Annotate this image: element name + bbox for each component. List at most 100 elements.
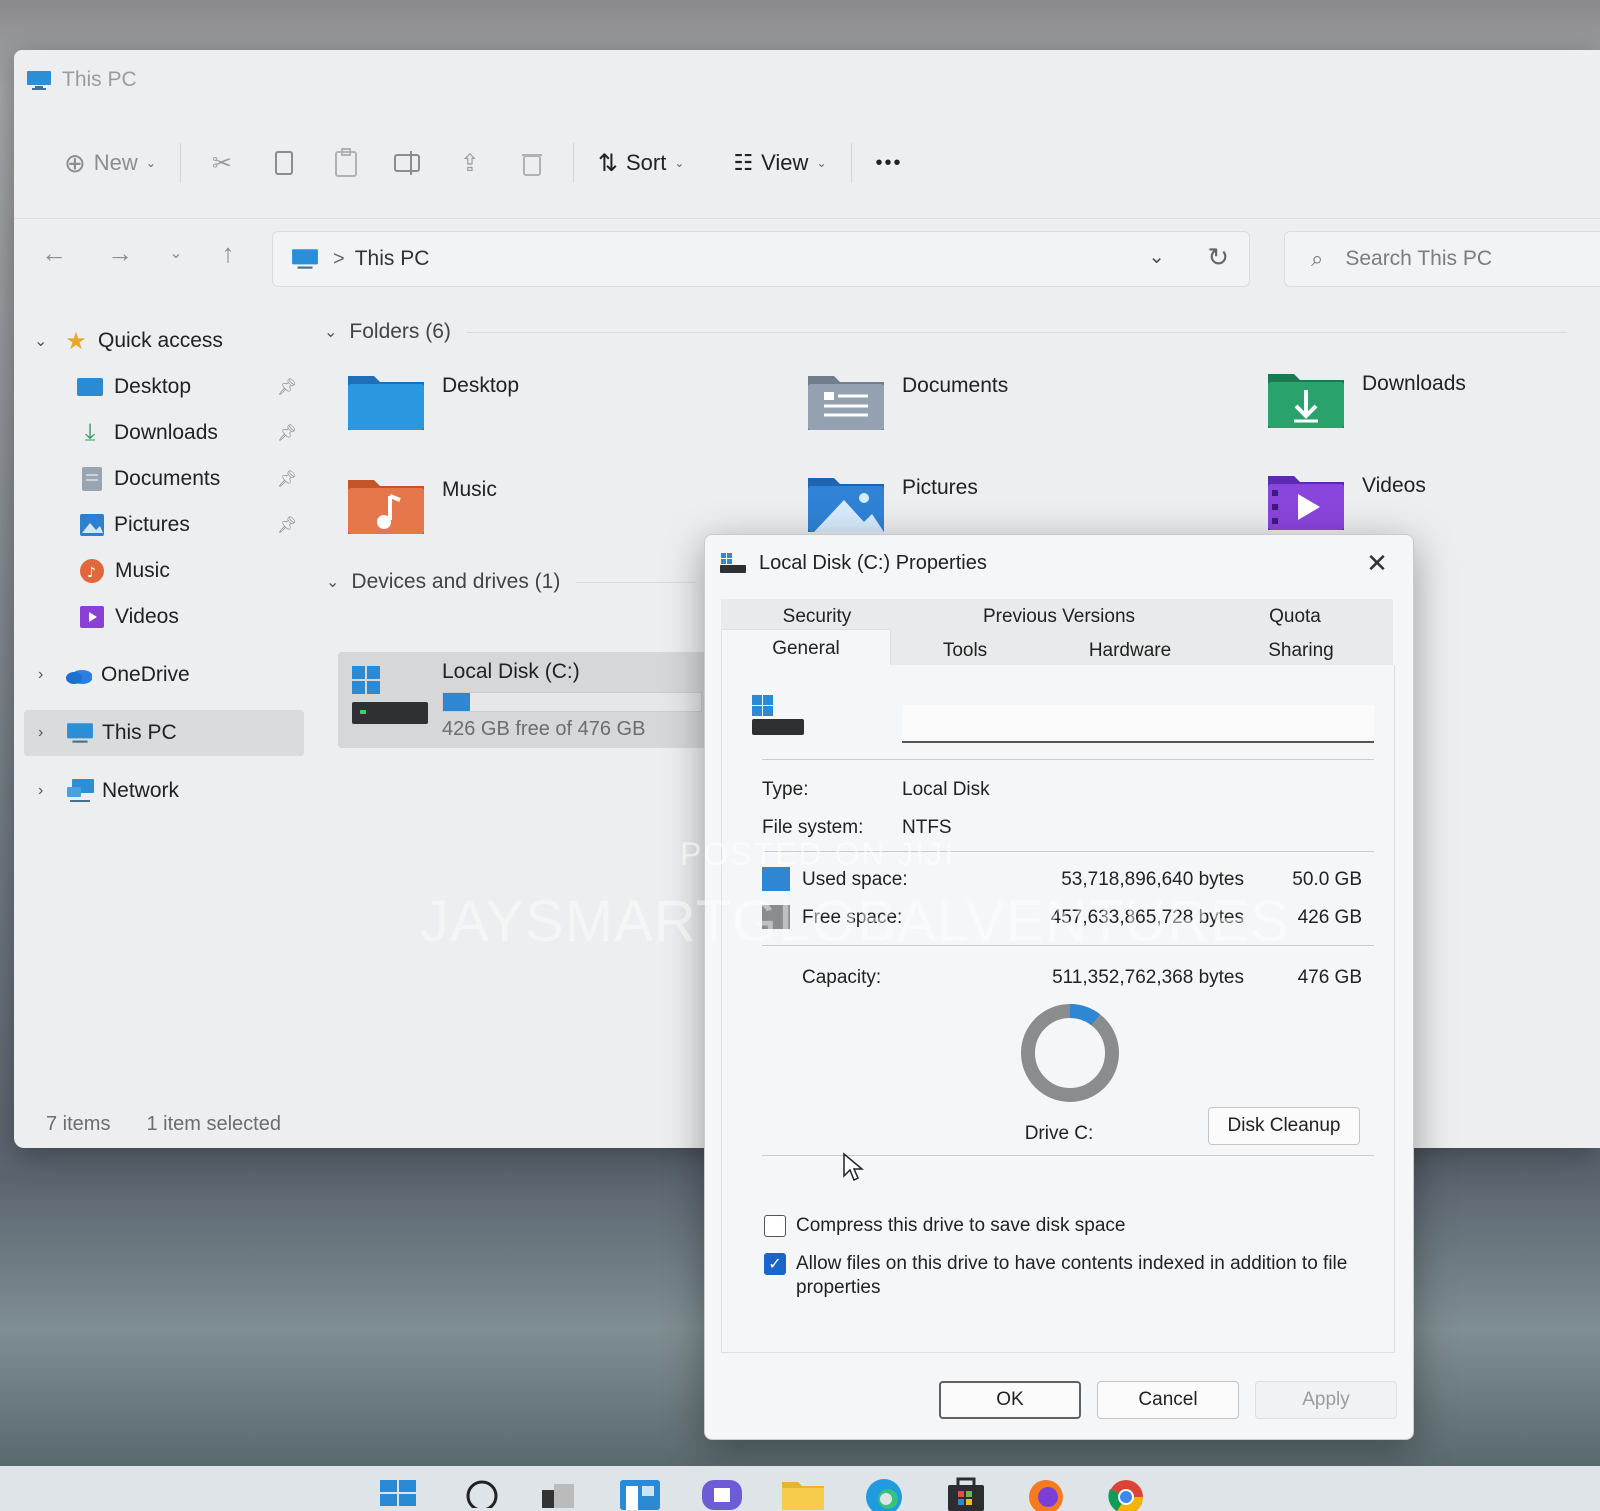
pictures-folder-icon xyxy=(808,478,884,532)
sidebar-item-downloads[interactable]: ⤓ Downloads 📌︎ xyxy=(14,410,314,456)
capacity-gb: 476 GB xyxy=(1297,967,1362,988)
sidebar-item-documents[interactable]: Documents 📌︎ xyxy=(14,456,314,502)
forward-button[interactable]: → xyxy=(100,233,140,273)
folders-group-header[interactable]: ⌄ Folders (6) xyxy=(324,320,1567,344)
donut-free-segment xyxy=(1021,1004,1119,1102)
drive-free-text: 426 GB free of 476 GB xyxy=(442,718,646,740)
sidebar-item-pictures[interactable]: Pictures 📌︎ xyxy=(14,502,314,548)
compress-checkbox[interactable] xyxy=(764,1215,786,1237)
volume-label-input[interactable] xyxy=(902,705,1374,743)
sidebar-item-music[interactable]: ♪ Music xyxy=(14,548,314,594)
share-button[interactable]: ⇪ xyxy=(439,139,501,187)
widgets-icon xyxy=(620,1479,660,1510)
folder-desktop[interactable]: Desktop xyxy=(346,368,519,432)
tab-sharing[interactable]: Sharing xyxy=(1221,635,1381,667)
chat-icon xyxy=(702,1479,742,1510)
sidebar-item-label: Documents xyxy=(114,467,221,490)
sidebar-item-this-pc[interactable]: › This PC xyxy=(24,710,304,756)
sidebar-item-label: Downloads xyxy=(114,421,218,444)
refresh-icon[interactable]: ↻ xyxy=(1207,242,1229,273)
folder-music[interactable]: Music xyxy=(346,472,497,536)
folder-videos[interactable]: Videos xyxy=(1266,468,1426,532)
dialog-title-bar[interactable]: Local Disk (C:) Properties xyxy=(705,535,1413,591)
type-value: Local Disk xyxy=(902,779,990,800)
apply-button[interactable]: Apply xyxy=(1255,1381,1397,1419)
folder-documents[interactable]: Documents xyxy=(806,368,1008,432)
sidebar-item-desktop[interactable]: Desktop 📌︎ xyxy=(14,364,314,410)
view-button[interactable]: ☷ View ⌄ xyxy=(719,139,840,187)
folder-name: Videos xyxy=(1362,474,1426,497)
command-bar: ⊕ New ⌄ ✂ ⇪ ⇅ Sort ⌄ ☷ View ⌄ ••• xyxy=(14,128,1600,198)
copy-button[interactable] xyxy=(253,139,315,187)
folder-downloads[interactable]: Downloads xyxy=(1266,366,1466,430)
search-icon: ⌕ xyxy=(1311,246,1324,271)
task-view-button[interactable] xyxy=(536,1474,580,1511)
documents-folder-icon xyxy=(808,376,884,430)
chrome-button[interactable] xyxy=(1104,1474,1148,1511)
sidebar-item-videos[interactable]: Videos xyxy=(14,594,314,640)
more-options-button[interactable]: ••• xyxy=(862,139,917,187)
sidebar-item-quick-access[interactable]: ⌄ ★ Quick access xyxy=(14,318,314,364)
devices-header-label: Devices and drives (1) xyxy=(351,570,561,593)
up-button[interactable]: ↑ xyxy=(208,233,248,273)
sidebar-item-network[interactable]: › Network xyxy=(14,768,314,814)
breadcrumb-this-pc[interactable]: This PC xyxy=(355,247,430,271)
pin-icon: 📌︎ xyxy=(277,471,298,488)
taskbar-search-button[interactable] xyxy=(460,1474,504,1511)
chevron-down-icon: ⌄ xyxy=(34,333,48,350)
folder-pictures[interactable]: Pictures xyxy=(806,470,978,534)
paste-button[interactable] xyxy=(315,139,377,187)
folder-name: Downloads xyxy=(1362,372,1466,395)
recent-locations-button[interactable]: ⌄ xyxy=(156,233,196,273)
ok-button[interactable]: OK xyxy=(939,1381,1081,1419)
folder-name: Music xyxy=(442,478,497,501)
sidebar-item-onedrive[interactable]: › OneDrive xyxy=(14,652,314,698)
task-view-icon xyxy=(542,1483,574,1508)
this-pc-icon xyxy=(292,249,318,269)
sort-button[interactable]: ⇅ Sort ⌄ xyxy=(584,139,699,187)
edge-button[interactable] xyxy=(862,1474,906,1511)
widgets-button[interactable] xyxy=(618,1474,662,1511)
new-button[interactable]: ⊕ New ⌄ xyxy=(50,139,170,187)
disk-cleanup-button[interactable]: Disk Cleanup xyxy=(1208,1107,1360,1145)
trash-icon xyxy=(521,154,542,176)
tab-quota[interactable]: Quota xyxy=(1215,601,1375,633)
folder-name: Pictures xyxy=(902,476,978,499)
toolbar-divider xyxy=(850,143,852,183)
network-icon xyxy=(66,779,94,803)
store-button[interactable] xyxy=(944,1474,988,1511)
back-button[interactable]: ← xyxy=(34,233,74,273)
cloud-icon xyxy=(64,663,92,687)
search-box[interactable]: ⌕ Search This PC xyxy=(1284,231,1600,287)
item-count: 7 items xyxy=(46,1113,111,1135)
cut-button[interactable]: ✂ xyxy=(191,139,253,187)
start-button[interactable] xyxy=(376,1474,420,1511)
tab-hardware[interactable]: Hardware xyxy=(1039,635,1221,667)
folder-name: Desktop xyxy=(442,374,520,397)
index-checkbox[interactable]: ✓ xyxy=(764,1253,786,1275)
rename-button[interactable] xyxy=(377,139,439,187)
sidebar-item-label: Videos xyxy=(115,605,179,628)
firefox-button[interactable] xyxy=(1024,1474,1068,1511)
tab-general[interactable]: General xyxy=(721,629,891,667)
dialog-title: Local Disk (C:) Properties xyxy=(759,551,987,574)
drive-tile-local-disk-c[interactable]: Local Disk (C:) 426 GB free of 476 GB xyxy=(338,652,718,748)
general-tab-panel: Type: Local Disk File system: NTFS Used … xyxy=(721,665,1395,1353)
delete-button[interactable] xyxy=(501,139,563,187)
breadcrumb-separator: > xyxy=(333,247,345,270)
tab-tools[interactable]: Tools xyxy=(891,635,1039,667)
chat-button[interactable] xyxy=(700,1474,744,1511)
devices-group-header[interactable]: ⌄ Devices and drives (1) xyxy=(326,570,697,594)
paste-icon xyxy=(334,148,357,177)
close-button[interactable]: ✕ xyxy=(1359,545,1395,581)
title-bar[interactable]: This PC xyxy=(14,50,1600,110)
folders-header-label: Folders (6) xyxy=(349,320,451,343)
search-icon xyxy=(466,1480,498,1508)
address-bar[interactable]: > This PC ⌄ ↻ xyxy=(272,231,1250,287)
cancel-button[interactable]: Cancel xyxy=(1097,1381,1239,1419)
chevron-down-icon[interactable]: ⌄ xyxy=(1148,244,1165,269)
copy-icon xyxy=(274,151,293,175)
pin-icon: 📌︎ xyxy=(277,517,298,534)
tab-previous-versions[interactable]: Previous Versions xyxy=(919,601,1199,633)
file-explorer-button[interactable] xyxy=(780,1474,824,1511)
